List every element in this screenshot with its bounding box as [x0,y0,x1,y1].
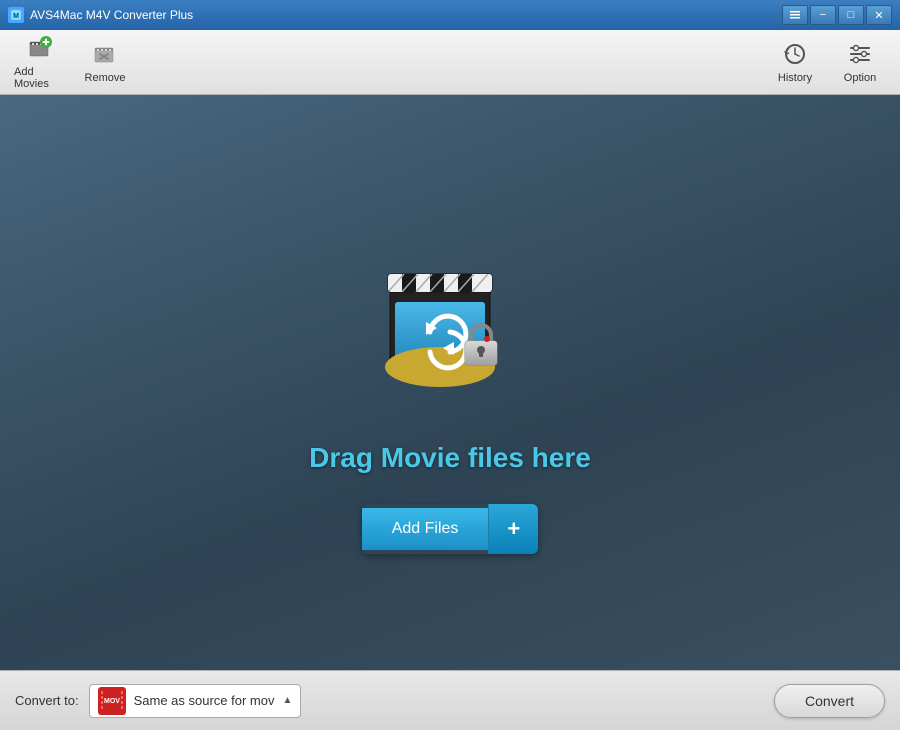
history-button[interactable]: History [765,35,825,90]
add-movies-icon [26,34,54,62]
dropdown-arrow-icon: ▲ [282,695,292,706]
format-text: Same as source for mov [134,693,275,708]
drop-zone-icon [350,212,550,412]
drag-drop-text: Drag Movie files here [309,442,591,474]
toolbar: Add Movies Remove [0,30,900,95]
remove-button[interactable]: Remove [75,35,135,90]
convert-button[interactable]: Convert [774,684,885,718]
convert-to-label: Convert to: [15,693,79,708]
title-bar: M AVS4Mac M4V Converter Plus − □ ✕ [0,0,900,30]
app-title: AVS4Mac M4V Converter Plus [30,8,193,22]
svg-text:M: M [13,13,19,20]
format-icon: MOV [98,687,126,715]
option-button[interactable]: Option [830,35,890,90]
toolbar-right: History Option [765,35,890,90]
format-selector[interactable]: MOV Same as source for mov ▲ [89,684,302,718]
clapperboard-svg [370,232,530,392]
main-content: Drag Movie files here Add Files + [0,95,900,670]
system-menu-button[interactable] [782,5,808,25]
add-movies-button[interactable]: Add Movies [10,35,70,90]
window-controls: − □ ✕ [782,5,892,25]
add-files-label[interactable]: Add Files [362,508,489,550]
option-icon [846,40,874,68]
remove-label: Remove [85,72,126,84]
minimize-button[interactable]: − [810,5,836,25]
maximize-button[interactable]: □ [838,5,864,25]
svg-text:MOV: MOV [104,698,120,705]
title-bar-left: M AVS4Mac M4V Converter Plus [8,7,193,23]
add-files-plus-icon[interactable]: + [488,504,538,554]
history-icon [781,40,809,68]
add-files-button[interactable]: Add Files + [362,504,539,554]
add-movies-label: Add Movies [14,66,66,90]
remove-icon [91,40,119,68]
close-button[interactable]: ✕ [866,5,892,25]
app-icon: M [8,7,24,23]
bottom-bar: Convert to: MOV Same as source for mov ▲… [0,670,900,730]
option-label: Option [844,72,876,84]
history-label: History [778,72,812,84]
